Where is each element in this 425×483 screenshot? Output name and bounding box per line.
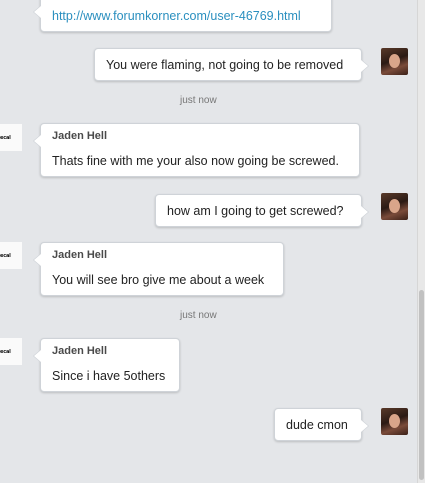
scrollbar[interactable] (417, 0, 425, 483)
message-link[interactable]: http://www.forumkorner.com/user-46769.ht… (52, 9, 301, 23)
scrollbar-thumb[interactable] (419, 290, 424, 480)
message-bubble-outgoing: dude cmon (274, 408, 362, 441)
message-bubble-outgoing: how am I going to get screwed? (155, 194, 362, 227)
message-text: dude cmon (286, 418, 348, 432)
message-bubble-incoming: Jaden Hell You will see bro give me abou… (40, 242, 284, 296)
sender-name: Jaden Hell (52, 130, 108, 142)
sender-name: Jaden Hell (52, 249, 108, 261)
message-text: Thats fine with me your also now going b… (52, 154, 339, 168)
message-text: You will see bro give me about a week (52, 273, 265, 287)
contact-avatar[interactable]: ecal (0, 242, 22, 269)
message-bubble-incoming: Jaden Hell Thats fine with me your also … (40, 123, 360, 177)
contact-avatar[interactable]: ecal (0, 124, 22, 151)
sender-name: Jaden Hell (52, 345, 108, 357)
message-text: Since i have 5others (52, 369, 166, 383)
message-text: how am I going to get screwed? (167, 204, 344, 218)
message-bubble-incoming: http://www.forumkorner.com/user-46769.ht… (40, 0, 332, 32)
contact-avatar[interactable]: ecal (0, 338, 22, 365)
user-avatar[interactable] (381, 48, 408, 75)
message-bubble-outgoing: You were flaming, not going to be remove… (94, 48, 362, 81)
timestamp: just now (180, 95, 217, 106)
user-avatar[interactable] (381, 193, 408, 220)
user-avatar[interactable] (381, 408, 408, 435)
chat-thread[interactable]: http://www.forumkorner.com/user-46769.ht… (0, 0, 418, 483)
message-bubble-incoming: Jaden Hell Since i have 5others (40, 338, 180, 392)
message-text: You were flaming, not going to be remove… (106, 58, 344, 72)
timestamp: just now (180, 310, 217, 321)
